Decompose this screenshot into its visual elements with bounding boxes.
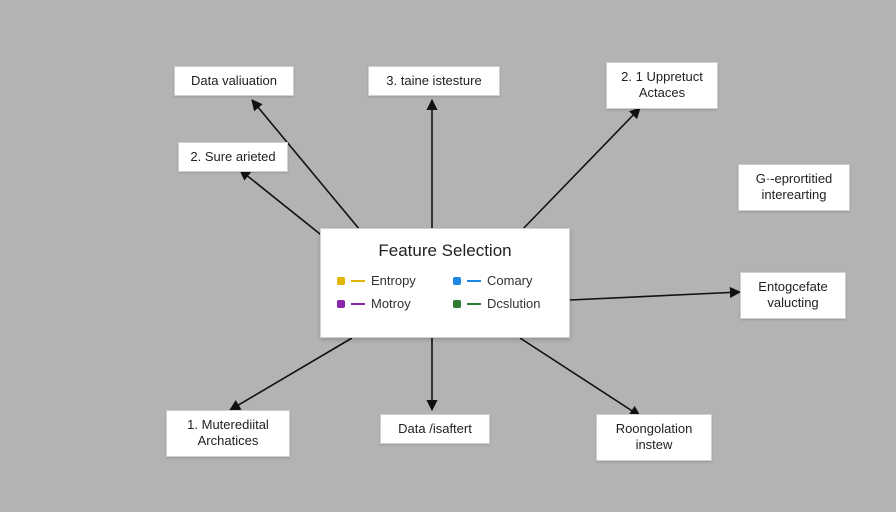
node-entogcefate: Entogcefate valucting [740,272,846,319]
legend-swatch [337,300,345,308]
diagram-canvas: Data valiuation 3. taine istesture 2. 1 … [0,0,896,512]
node-data-valuation: Data valiuation [174,66,294,96]
legend-label: Motroy [371,296,411,311]
legend-item-entropy: Entropy [337,273,437,288]
arrow [520,338,640,416]
legend-swatch [337,277,345,285]
legend-item-comary: Comary [453,273,553,288]
arrow [520,108,640,232]
node-uppretuct-actaces: 2. 1 Uppretuct Actaces [606,62,718,109]
legend-label: Dcslution [487,296,540,311]
legend-dash [351,280,365,282]
legend-dash [467,280,481,282]
legend: Entropy Comary Motroy Dcslution [337,273,553,311]
node-sure-arieted: 2. Sure arieted [178,142,288,172]
node-eprortitied: G·-eprortitied interearting [738,164,850,211]
node-data-isaftert: Data /isaftert [380,414,490,444]
legend-item-motroy: Motroy [337,296,437,311]
legend-label: Comary [487,273,533,288]
center-feature-selection: Feature Selection Entropy Comary Motroy … [320,228,570,338]
legend-dash [467,303,481,305]
legend-dash [351,303,365,305]
node-muterediital: 1. Muterediital Archatices [166,410,290,457]
legend-swatch [453,277,461,285]
legend-swatch [453,300,461,308]
node-taine-istesture: 3. taine istesture [368,66,500,96]
node-roongolation: Roongolation instew [596,414,712,461]
legend-label: Entropy [371,273,416,288]
arrow [570,292,740,300]
legend-item-dcslution: Dcslution [453,296,553,311]
arrow [230,338,352,410]
center-title: Feature Selection [337,241,553,261]
